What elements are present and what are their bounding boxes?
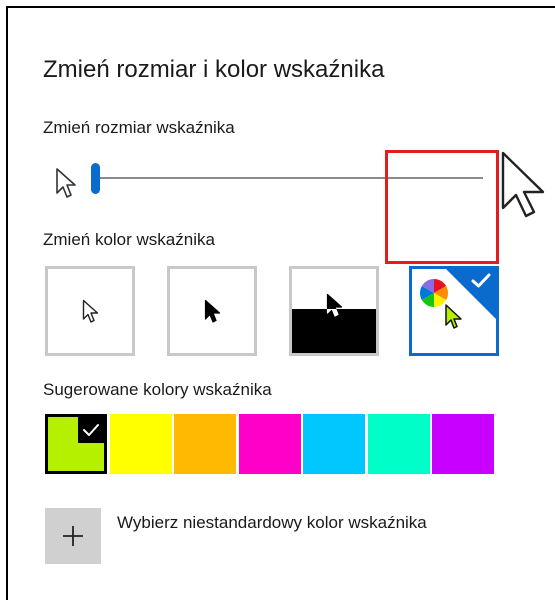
color-swatch[interactable] bbox=[110, 414, 172, 474]
checkmark-icon bbox=[83, 424, 99, 436]
pointer-color-white-option[interactable] bbox=[45, 266, 135, 356]
checkmark-icon bbox=[471, 273, 491, 288]
color-swatch[interactable] bbox=[239, 414, 301, 474]
white-pointer-icon bbox=[82, 299, 99, 323]
highlight-box bbox=[385, 150, 499, 264]
pointer-color-custom-option[interactable] bbox=[409, 266, 499, 356]
color-swatch[interactable] bbox=[45, 414, 107, 474]
pointer-color-inverted-option[interactable] bbox=[289, 266, 379, 356]
inverted-pointer-icon bbox=[326, 293, 343, 317]
color-swatch[interactable] bbox=[432, 414, 494, 474]
add-custom-color-label[interactable]: Wybierz niestandardowy kolor wskaźnika bbox=[117, 513, 427, 533]
page-title: Zmień rozmiar i kolor wskaźnika bbox=[43, 56, 385, 83]
pointer-color-black-option[interactable] bbox=[167, 266, 257, 356]
size-section-label: Zmień rozmiar wskaźnika bbox=[43, 118, 235, 137]
add-custom-color-button[interactable] bbox=[45, 508, 101, 564]
color-swatch[interactable] bbox=[368, 414, 430, 474]
color-swatch[interactable] bbox=[174, 414, 236, 474]
large-pointer-icon bbox=[501, 151, 545, 218]
slider-thumb[interactable] bbox=[91, 163, 100, 194]
small-pointer-icon bbox=[56, 168, 76, 198]
suggested-colors-label: Sugerowane kolory wskaźnika bbox=[43, 380, 272, 399]
color-section-label: Zmień kolor wskaźnika bbox=[43, 230, 215, 249]
color-swatch[interactable] bbox=[303, 414, 365, 474]
swatch-selected-badge bbox=[78, 417, 104, 443]
plus-icon bbox=[63, 526, 83, 546]
black-pointer-icon bbox=[204, 299, 221, 323]
